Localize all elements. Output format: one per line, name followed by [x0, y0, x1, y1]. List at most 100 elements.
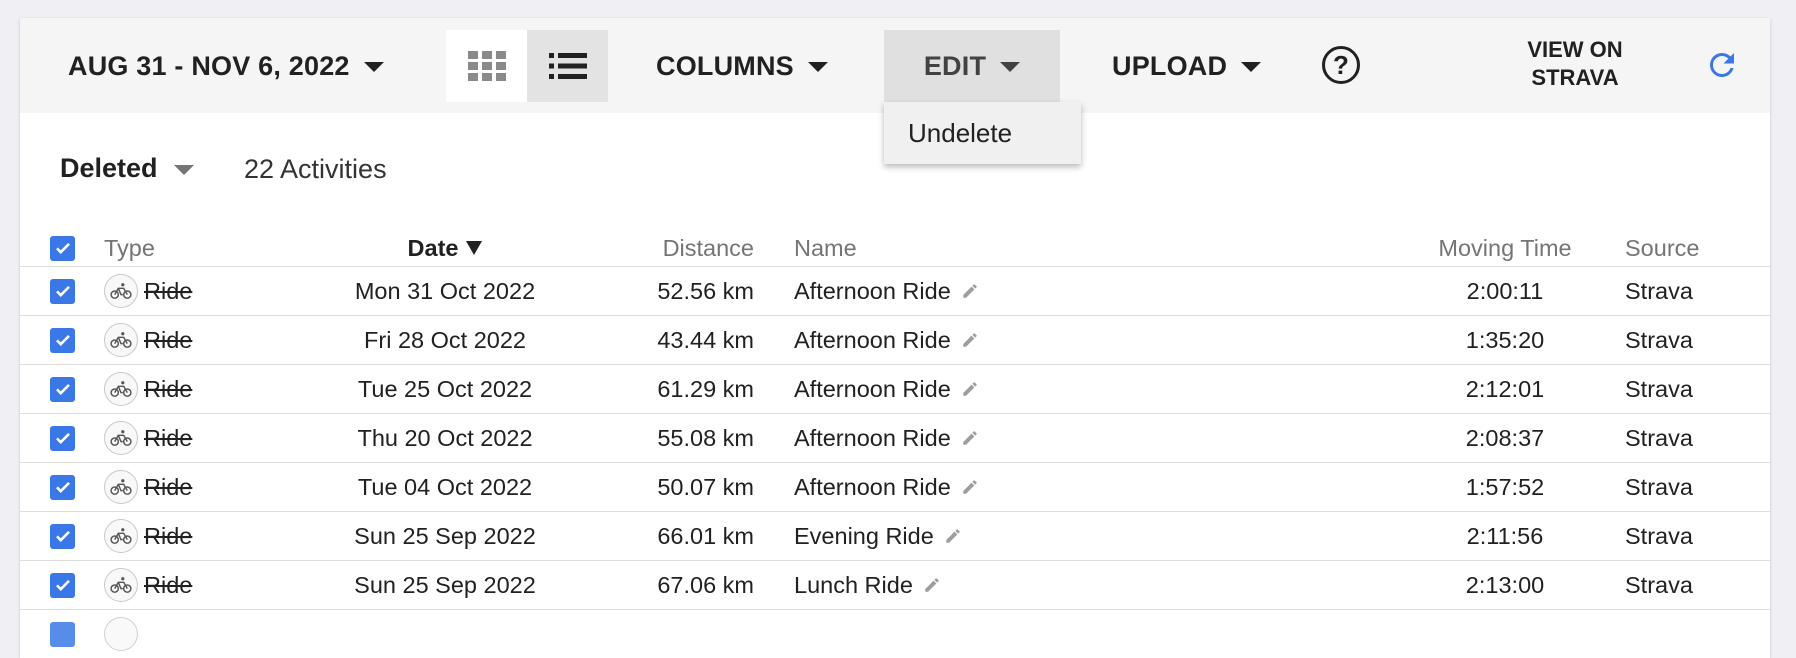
pencil-icon[interactable]: [961, 478, 979, 496]
moving-time-cell: 1:57:52: [1465, 473, 1545, 500]
header-moving-time[interactable]: Moving Time: [1400, 230, 1610, 266]
checkbox-checked-icon: [54, 331, 72, 349]
date-range-dropdown[interactable]: AUG 31 - NOV 6, 2022: [68, 30, 384, 102]
pencil-icon[interactable]: [923, 576, 941, 594]
moving-time-cell: 2:13:00: [1465, 571, 1545, 598]
name-cell: Afternoon Ride: [794, 414, 979, 462]
type-label: Ride: [144, 375, 193, 402]
date-cell: Sun 25 Sep 2022: [354, 522, 536, 549]
checkbox-checked-icon: [54, 380, 72, 398]
list-view-button[interactable]: [527, 30, 608, 102]
distance-cell: 52.56 km: [657, 277, 754, 304]
header-type[interactable]: Type: [104, 230, 155, 266]
pencil-icon[interactable]: [944, 527, 962, 545]
header-name[interactable]: Name: [794, 230, 857, 266]
bicycle-icon: [104, 617, 138, 651]
columns-label: COLUMNS: [656, 50, 794, 81]
type-label: Ride: [144, 522, 193, 549]
select-all-checkbox[interactable]: [50, 235, 75, 261]
type-cell: Ride: [104, 267, 192, 315]
table-header: Type Date Distance Name Moving Time Sour…: [20, 230, 1770, 267]
help-icon[interactable]: ?: [1322, 46, 1360, 84]
row-checkbox[interactable]: [50, 376, 75, 402]
checkbox-checked-icon: [54, 478, 72, 496]
table-row-partial[interactable]: [20, 610, 1770, 658]
activities-table: Type Date Distance Name Moving Time Sour…: [20, 230, 1770, 658]
row-checkbox-cell: [50, 561, 80, 609]
source-cell: Strava: [1625, 473, 1693, 500]
checkbox-checked-icon: [54, 282, 72, 300]
row-checkbox[interactable]: [50, 327, 75, 353]
bicycle-icon: [104, 519, 138, 553]
table-row[interactable]: Ride Tue 04 Oct 2022 50.07 km Afternoon Rid…: [20, 463, 1770, 512]
view-on-strava-button[interactable]: VIEW ON STRAVA: [1510, 36, 1640, 92]
table-row[interactable]: Ride Tue 25 Oct 2022 61.29 km Afternoon Rid…: [20, 365, 1770, 414]
bicycle-icon: [104, 470, 138, 504]
type-cell: Ride: [104, 561, 192, 609]
date-cell: Sun 25 Sep 2022: [354, 571, 536, 598]
checkbox-checked-icon: [55, 242, 70, 254]
source-cell: Strava: [1625, 424, 1693, 451]
row-checkbox-cell: [50, 512, 80, 560]
chevron-down-icon: [1241, 62, 1262, 72]
edit-dropdown[interactable]: EDIT: [884, 30, 1060, 102]
row-checkbox[interactable]: [50, 621, 75, 647]
view-toggle: [446, 30, 608, 102]
columns-dropdown[interactable]: COLUMNS: [656, 30, 828, 102]
chevron-down-icon: [1000, 62, 1021, 72]
toolbar: AUG 31 - NOV 6, 2022 COLUMNS EDIT UPLOAD…: [20, 18, 1770, 113]
pencil-icon[interactable]: [961, 282, 979, 300]
row-checkbox[interactable]: [50, 278, 75, 304]
upload-dropdown[interactable]: UPLOAD: [1112, 30, 1262, 102]
type-cell: Ride: [104, 365, 192, 413]
row-checkbox[interactable]: [50, 572, 75, 598]
type-cell: Ride: [104, 414, 192, 462]
name-cell: Lunch Ride: [794, 561, 941, 609]
activity-count: 22 Activities: [244, 154, 387, 184]
table-row[interactable]: Ride Sun 25 Sep 2022 67.06 km Lunch Ride 2:1…: [20, 561, 1770, 610]
help-glyph: ?: [1333, 49, 1349, 80]
header-date[interactable]: Date: [260, 230, 630, 266]
bicycle-icon: [104, 568, 138, 602]
pencil-icon[interactable]: [961, 331, 979, 349]
distance-cell: 55.08 km: [657, 424, 754, 451]
checkbox-checked-icon: [54, 527, 72, 545]
type-label: Ride: [144, 326, 193, 353]
moving-time-cell: 2:08:37: [1465, 424, 1545, 451]
row-checkbox[interactable]: [50, 425, 75, 451]
header-distance[interactable]: Distance: [620, 230, 754, 266]
date-cell: Thu 20 Oct 2022: [357, 424, 533, 451]
activity-name: Lunch Ride: [794, 571, 913, 598]
type-label: Ride: [144, 277, 193, 304]
type-cell: Ride: [104, 463, 192, 511]
table-row[interactable]: Ride Mon 31 Oct 2022 52.56 km Afternoon Rid…: [20, 267, 1770, 316]
row-checkbox-cell: [50, 414, 80, 462]
edit-menu-item-undelete[interactable]: Undelete: [884, 102, 1081, 164]
activity-name: Evening Ride: [794, 522, 934, 549]
status-filter-dropdown[interactable]: Deleted: [60, 153, 194, 184]
source-cell: Strava: [1625, 277, 1693, 304]
table-row[interactable]: Ride Thu 20 Oct 2022 55.08 km Afternoon Rid…: [20, 414, 1770, 463]
type-label: Ride: [144, 571, 193, 598]
name-cell: Evening Ride: [794, 512, 962, 560]
pencil-icon[interactable]: [961, 380, 979, 398]
grid-view-button[interactable]: [446, 30, 527, 102]
table-row[interactable]: Ride Fri 28 Oct 2022 43.44 km Afternoon Rid…: [20, 316, 1770, 365]
table-row[interactable]: Ride Sun 25 Sep 2022 66.01 km Evening Ride 2…: [20, 512, 1770, 561]
date-cell: Fri 28 Oct 2022: [364, 326, 526, 353]
status-filter-label: Deleted: [60, 153, 158, 183]
header-source[interactable]: Source: [1625, 230, 1699, 266]
activity-name: Afternoon Ride: [794, 473, 951, 500]
row-checkbox[interactable]: [50, 523, 75, 549]
bicycle-icon: [104, 323, 138, 357]
upload-label: UPLOAD: [1112, 50, 1228, 81]
header-date-label: Date: [407, 234, 459, 261]
name-cell: Afternoon Ride: [794, 365, 979, 413]
refresh-icon[interactable]: [1704, 47, 1740, 88]
type-cell: [104, 610, 144, 658]
date-range-label: AUG 31 - NOV 6, 2022: [68, 50, 350, 81]
pencil-icon[interactable]: [961, 429, 979, 447]
distance-cell: 61.29 km: [657, 375, 754, 402]
checkbox-checked-icon: [54, 429, 72, 447]
row-checkbox[interactable]: [50, 474, 75, 500]
